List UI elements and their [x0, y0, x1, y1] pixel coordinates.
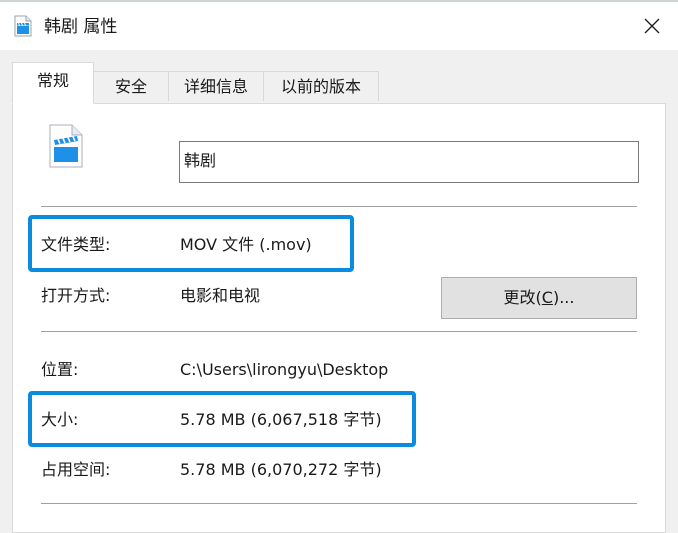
- separator: [41, 206, 637, 207]
- file-type-value: MOV 文件 (.mov): [180, 235, 312, 254]
- tab-previous-versions[interactable]: 以前的版本: [263, 71, 379, 101]
- title-bar[interactable]: 韩剧 属性: [0, 2, 678, 50]
- video-file-icon: [14, 15, 32, 37]
- separator: [41, 331, 637, 332]
- location-value: C:\Users\lirongyu\Desktop: [180, 360, 389, 379]
- file-type-label: 文件类型:: [41, 235, 111, 254]
- separator: [41, 503, 637, 504]
- open-with-value: 电影和电视: [180, 286, 261, 305]
- properties-window: 韩剧 属性 常规 安全 详细信息 以前的版本 韩剧 文件类型: MOV 文件 (…: [0, 0, 678, 533]
- change-button[interactable]: 更改(C)...: [441, 277, 637, 319]
- tab-details[interactable]: 详细信息: [168, 71, 264, 101]
- dialog-body: 常规 安全 详细信息 以前的版本 韩剧 文件类型: MOV 文件 (.mov) …: [0, 50, 678, 533]
- window-title: 韩剧 属性: [44, 17, 118, 37]
- close-button[interactable]: [636, 10, 668, 42]
- general-panel: 韩剧 文件类型: MOV 文件 (.mov) 打开方式: 电影和电视 更改(C)…: [12, 103, 666, 533]
- open-with-label: 打开方式:: [41, 286, 111, 305]
- file-name-field[interactable]: 韩剧: [179, 141, 639, 183]
- change-button-suffix: )...: [552, 288, 575, 307]
- size-on-disk-value: 5.78 MB (6,070,272 字节): [180, 460, 382, 479]
- size-on-disk-label: 占用空间:: [41, 460, 111, 479]
- size-value: 5.78 MB (6,067,518 字节): [180, 410, 382, 429]
- size-label: 大小:: [41, 410, 79, 429]
- change-button-prefix: 更改(: [503, 288, 542, 307]
- close-icon: [644, 18, 660, 34]
- video-file-icon: [49, 124, 83, 168]
- tab-security[interactable]: 安全: [93, 71, 169, 101]
- change-button-accelerator: C: [541, 288, 553, 307]
- location-label: 位置:: [41, 360, 79, 379]
- tab-general[interactable]: 常规: [12, 62, 94, 104]
